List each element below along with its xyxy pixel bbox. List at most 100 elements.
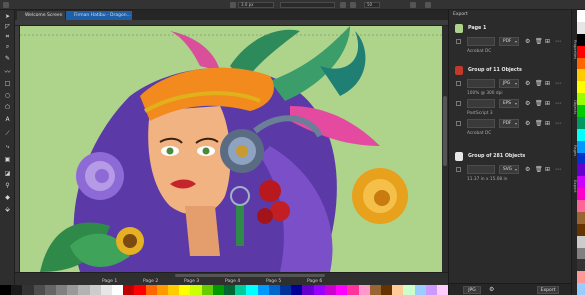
add-icon[interactable]: ⊞ xyxy=(545,80,550,87)
color-swatch[interactable] xyxy=(112,285,124,295)
add-icon[interactable]: ⊞ xyxy=(545,38,550,45)
color-swatch[interactable] xyxy=(257,285,269,295)
ellipse-tool-icon[interactable]: ○ xyxy=(3,92,12,99)
page-tab-4[interactable]: Page 4 xyxy=(225,279,240,284)
color-swatch[interactable] xyxy=(168,285,180,295)
color-swatch[interactable] xyxy=(577,93,585,105)
color-swatch[interactable] xyxy=(577,128,585,141)
more-icon[interactable]: ⋯ xyxy=(555,100,561,107)
color-swatch[interactable] xyxy=(280,285,292,295)
color-swatch[interactable] xyxy=(291,285,303,295)
horizontal-scrollbar[interactable] xyxy=(175,274,325,277)
footer-format-dropdown[interactable]: JPG xyxy=(463,286,481,294)
format-dropdown[interactable]: EPS xyxy=(499,99,519,108)
more-icon[interactable]: ⋯ xyxy=(555,38,561,45)
page-tab-6[interactable]: Page 6 xyxy=(307,279,322,284)
color-swatch[interactable] xyxy=(577,45,585,58)
color-swatch[interactable] xyxy=(392,285,404,295)
shadow-tool-icon[interactable]: ▣ xyxy=(3,156,12,163)
export-checkbox[interactable] xyxy=(456,121,461,126)
color-swatch[interactable] xyxy=(33,285,45,295)
smart-fill-icon[interactable]: ⬙ xyxy=(3,206,12,213)
delete-icon[interactable]: 🗑 xyxy=(535,166,543,173)
color-swatch[interactable] xyxy=(369,285,381,295)
color-swatch[interactable] xyxy=(577,200,585,212)
text-tool-icon[interactable]: A xyxy=(3,116,12,123)
outline-icon[interactable] xyxy=(230,2,236,8)
color-swatch[interactable] xyxy=(425,285,437,295)
color-swatch[interactable] xyxy=(577,105,585,117)
color-swatch[interactable] xyxy=(577,33,585,46)
add-icon[interactable]: ⊞ xyxy=(545,120,550,127)
color-swatch[interactable] xyxy=(577,188,585,200)
color-swatch[interactable] xyxy=(302,285,314,295)
freehand-tool-icon[interactable]: ✎ xyxy=(3,55,12,62)
settings-icon[interactable]: ⚙ xyxy=(489,286,494,293)
settings-icon[interactable]: ⚙ xyxy=(525,120,530,127)
settings-icon[interactable]: ⚙ xyxy=(525,166,530,173)
page-tab-3[interactable]: Page 3 xyxy=(184,279,199,284)
line-style-dropdown[interactable] xyxy=(280,2,335,8)
outline-width-field[interactable]: 3.0 px xyxy=(238,2,274,8)
scroll-thumb[interactable] xyxy=(443,96,447,166)
pick-tool-icon[interactable]: ➤ xyxy=(3,13,12,20)
more-icon[interactable]: ⋯ xyxy=(555,80,561,87)
color-swatch[interactable] xyxy=(347,285,359,295)
add-icon[interactable]: ⊞ xyxy=(545,100,550,107)
color-swatch[interactable] xyxy=(145,285,157,295)
color-swatch[interactable] xyxy=(577,235,585,248)
options-icon[interactable] xyxy=(425,2,431,8)
tab-welcome-screen[interactable]: Welcome Screen xyxy=(17,11,65,20)
color-swatch[interactable] xyxy=(577,211,585,224)
more-icon[interactable]: ⋯ xyxy=(555,120,561,127)
color-swatch[interactable] xyxy=(235,285,247,295)
artistic-media-icon[interactable]: 〰 xyxy=(3,68,12,76)
color-swatch[interactable] xyxy=(67,285,79,295)
delete-icon[interactable]: 🗑 xyxy=(535,100,543,107)
color-swatch[interactable] xyxy=(414,285,426,295)
color-swatch[interactable] xyxy=(577,81,585,94)
export-checkbox[interactable] xyxy=(456,81,461,86)
delete-icon[interactable]: 🗑 xyxy=(535,120,543,127)
parallel-dimension-icon[interactable]: ⟋ xyxy=(3,130,12,137)
add-icon[interactable]: ⊞ xyxy=(545,166,550,173)
color-swatch[interactable] xyxy=(190,285,202,295)
shape-tool-icon[interactable]: ◸ xyxy=(3,23,12,30)
color-swatch[interactable] xyxy=(577,140,585,153)
page-tab-1[interactable]: Page 1 xyxy=(102,279,117,284)
color-swatch[interactable] xyxy=(89,285,101,295)
format-dropdown[interactable]: PDF xyxy=(499,37,519,46)
crop-tool-icon[interactable]: ⌗ xyxy=(3,33,12,40)
rotate-tool-icon[interactable] xyxy=(3,2,9,8)
filename-field[interactable] xyxy=(467,99,495,108)
color-swatch[interactable] xyxy=(100,285,113,295)
page-tab-5[interactable]: Page 5 xyxy=(266,279,281,284)
delete-icon[interactable]: 🗑 xyxy=(535,80,543,87)
color-swatch[interactable] xyxy=(577,57,585,70)
interactive-fill-icon[interactable]: ◆ xyxy=(3,194,12,201)
color-swatch[interactable] xyxy=(577,164,585,177)
color-swatch[interactable] xyxy=(403,285,415,295)
drawing-canvas[interactable] xyxy=(20,26,442,272)
color-swatch[interactable] xyxy=(201,285,213,295)
color-swatch[interactable] xyxy=(179,285,191,295)
angle-field[interactable]: 50 xyxy=(364,2,380,8)
color-swatch[interactable] xyxy=(358,285,370,295)
filename-field[interactable] xyxy=(467,165,495,174)
color-swatch[interactable] xyxy=(577,69,585,82)
color-swatch[interactable] xyxy=(22,285,34,295)
color-swatch[interactable] xyxy=(577,271,585,284)
format-dropdown[interactable]: PDF xyxy=(499,119,519,128)
export-button[interactable]: Export xyxy=(537,286,559,294)
color-swatch[interactable] xyxy=(212,285,225,295)
format-dropdown[interactable]: SVG xyxy=(499,165,519,174)
color-swatch[interactable] xyxy=(246,285,258,295)
color-swatch[interactable] xyxy=(436,285,449,295)
tab-document[interactable]: Firman Hatibu - Dragon... xyxy=(66,11,132,20)
color-swatch[interactable] xyxy=(134,285,146,295)
page-tab-2[interactable]: Page 2 xyxy=(143,279,158,284)
color-swatch[interactable] xyxy=(313,285,325,295)
filename-field[interactable] xyxy=(467,119,495,128)
zoom-tool-icon[interactable]: ⌕ xyxy=(3,43,12,50)
color-swatch[interactable] xyxy=(577,10,585,22)
